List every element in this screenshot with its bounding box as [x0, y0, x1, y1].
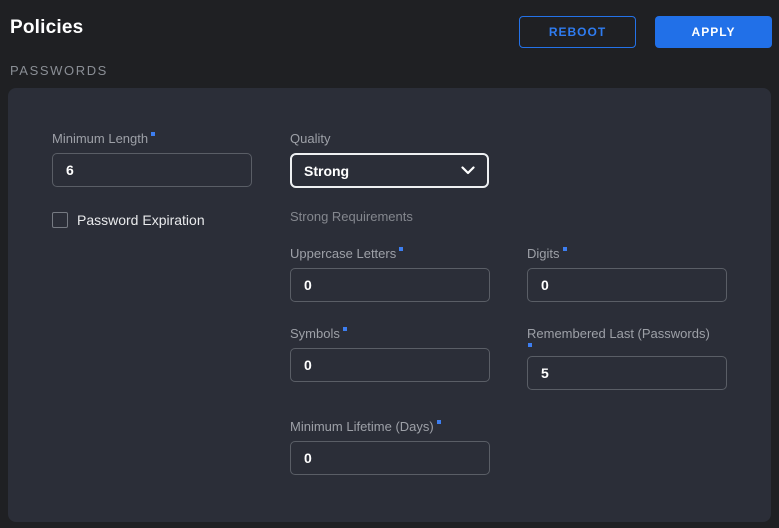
minimum-lifetime-label-text: Minimum Lifetime (Days) — [290, 419, 434, 434]
quality-select[interactable]: Strong — [290, 153, 489, 188]
required-dot-icon — [563, 247, 567, 251]
chevron-down-icon — [461, 166, 475, 175]
symbols-label-text: Symbols — [290, 326, 340, 341]
uppercase-letters-field: Uppercase Letters — [290, 246, 490, 302]
required-dot-icon — [437, 420, 441, 424]
minimum-lifetime-field: Minimum Lifetime (Days) — [290, 419, 490, 475]
minimum-length-label: Minimum Length — [52, 131, 252, 146]
required-dot-icon — [151, 132, 155, 136]
quality-label: Quality — [290, 131, 489, 146]
remembered-last-field: Remembered Last (Passwords) — [527, 326, 727, 390]
passwords-panel: Minimum Length Quality Strong Password E… — [8, 88, 771, 522]
minimum-length-input[interactable] — [52, 153, 252, 187]
minimum-length-field: Minimum Length — [52, 131, 252, 187]
minimum-lifetime-label: Minimum Lifetime (Days) — [290, 419, 490, 434]
digits-input[interactable] — [527, 268, 727, 302]
minimum-lifetime-input[interactable] — [290, 441, 490, 475]
page-title: Policies — [10, 17, 83, 39]
remembered-last-input[interactable] — [527, 356, 727, 390]
digits-label: Digits — [527, 246, 727, 261]
quality-field: Quality Strong — [290, 131, 489, 188]
digits-field: Digits — [527, 246, 727, 302]
strong-requirements-label: Strong Requirements — [290, 209, 413, 224]
required-dot-icon — [399, 247, 403, 251]
password-expiration-checkbox[interactable] — [52, 212, 68, 228]
password-expiration-row[interactable]: Password Expiration — [52, 212, 205, 228]
minimum-length-label-text: Minimum Length — [52, 131, 148, 146]
required-dot-icon — [528, 343, 532, 347]
quality-selected-value: Strong — [304, 163, 349, 179]
required-dot-icon — [343, 327, 347, 331]
symbols-field: Symbols — [290, 326, 490, 382]
symbols-label: Symbols — [290, 326, 490, 341]
digits-label-text: Digits — [527, 246, 560, 261]
section-label-passwords: PASSWORDS — [10, 63, 108, 78]
uppercase-letters-label: Uppercase Letters — [290, 246, 490, 261]
password-expiration-label: Password Expiration — [77, 212, 205, 228]
remembered-last-label: Remembered Last (Passwords) — [527, 326, 727, 341]
symbols-input[interactable] — [290, 348, 490, 382]
uppercase-letters-label-text: Uppercase Letters — [290, 246, 396, 261]
apply-button[interactable]: APPLY — [655, 16, 772, 48]
uppercase-letters-input[interactable] — [290, 268, 490, 302]
reboot-button[interactable]: REBOOT — [519, 16, 636, 48]
